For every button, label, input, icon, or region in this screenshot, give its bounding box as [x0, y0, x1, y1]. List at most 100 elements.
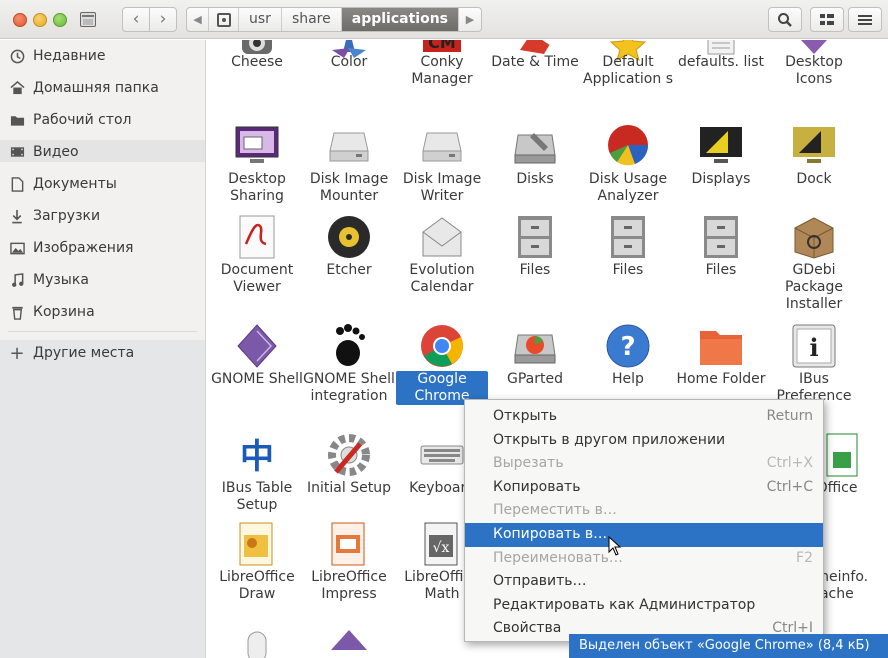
sidebar-item-label: Музыка	[33, 272, 89, 288]
sidebar-item-pictures[interactable]: Изображения	[0, 233, 205, 263]
menu-item-rename: Переименовать… F2	[465, 547, 823, 571]
file-item-desktop-icons[interactable]: Desktop Icons	[768, 40, 860, 96]
menu-item-label: Вырезать	[493, 455, 564, 472]
chevron-left-icon: ‹	[132, 9, 140, 29]
file-item-date-time[interactable]: Date & Time	[489, 40, 581, 96]
sidebar-item-label: Рабочий стол	[33, 112, 132, 128]
image-icon	[9, 240, 25, 256]
file-item-gnome-shell[interactable]: GNOME Shell	[211, 321, 303, 421]
file-item-evolution-calendar[interactable]: Evolution Calendar	[396, 212, 488, 312]
file-item-label: Etcher	[326, 262, 372, 278]
menu-item-accel: Ctrl+C	[766, 478, 813, 495]
gparted-icon	[514, 334, 556, 364]
disk-usage-icon	[608, 125, 649, 166]
gnome-shell-icon	[237, 324, 277, 368]
evolution-calendar-icon	[422, 217, 462, 257]
menu-item-label: Переместить в…	[493, 502, 617, 519]
file-item-document-viewer[interactable]: Document Viewer	[211, 212, 303, 312]
file-item-label: GDebi Package Installer	[784, 262, 844, 312]
file-item-label: Help	[612, 371, 644, 387]
breadcrumb-right-arrow-button[interactable]: ▶	[459, 8, 481, 31]
sidebar-item-downloads[interactable]: Загрузки	[0, 201, 205, 231]
sidebar-item-trash[interactable]: Корзина	[0, 297, 205, 327]
menu-item-edit-as-admin[interactable]: Редактировать как Администратор	[465, 594, 823, 618]
file-item-desktop-sharing[interactable]: Desktop Sharing	[211, 121, 303, 211]
sidebar-item-other-places[interactable]: + Другие места	[0, 338, 205, 368]
file-item-initial-setup[interactable]: Initial Setup	[303, 430, 395, 520]
sidebar: Недавние Домашняя папка Рабочий стол Вид…	[0, 40, 206, 658]
menu-item-send-to[interactable]: Отправить…	[465, 570, 823, 594]
maximize-window-icon[interactable]	[53, 13, 67, 27]
breadcrumb-share[interactable]: share	[282, 8, 342, 31]
file-item-gdebi[interactable]: GDebi Package Installer	[768, 212, 860, 312]
file-item-default-applications[interactable]: Default Application s	[582, 40, 674, 96]
menu-item-label: Открыть в другом приложении	[493, 431, 726, 448]
sidebar-background-lower	[0, 340, 205, 658]
sidebar-item-label: Документы	[33, 176, 117, 192]
file-item-libreoffice-impress[interactable]: LibreOffice Impress	[303, 519, 395, 609]
displays-icon	[700, 127, 742, 163]
file-item-gnome-shell-integration[interactable]: GNOME Shell integration	[303, 321, 395, 421]
file-item-libreoffice-draw[interactable]: LibreOffice Draw	[211, 519, 303, 609]
file-item-label: Document Viewer	[220, 262, 294, 295]
menu-item-copy-to[interactable]: Копировать в…	[465, 522, 823, 547]
app-menu-icon[interactable]	[80, 12, 96, 27]
file-item-dock[interactable]: Dock	[768, 121, 860, 211]
file-item-label: Color	[330, 54, 368, 70]
breadcrumb-applications[interactable]: applications	[341, 8, 459, 31]
file-item-disk-usage-analyzer[interactable]: Disk Usage Analyzer	[582, 121, 674, 211]
file-item-label: Disk Usage Analyzer	[588, 171, 668, 204]
libreoffice-impress-icon	[331, 522, 365, 566]
close-window-icon[interactable]	[13, 13, 27, 27]
file-item-label: GNOME Shell	[211, 371, 303, 387]
menu-item-open[interactable]: Открыть Return	[465, 405, 823, 429]
sidebar-item-documents[interactable]: Документы	[0, 169, 205, 199]
main-menu-button[interactable]	[848, 7, 882, 32]
gdebi-icon	[794, 217, 834, 259]
breadcrumb-left-arrow-button[interactable]: ◀	[187, 8, 209, 31]
menu-item-label: Редактировать как Администратор	[493, 596, 756, 613]
file-item-files-3[interactable]: Files	[675, 212, 767, 312]
ibus-pref-icon: i	[792, 324, 836, 368]
disk-writer-icon	[422, 132, 462, 162]
sidebar-item-video[interactable]: Видео	[0, 137, 205, 167]
menu-item-label: Отправить…	[493, 573, 587, 590]
file-item-conky-manager[interactable]: CM Conky Manager	[396, 40, 488, 96]
sidebar-item-desktop[interactable]: Рабочий стол	[0, 105, 205, 135]
file-item-disks[interactable]: Disks	[489, 121, 581, 211]
menu-item-move-to: Переместить в…	[465, 499, 823, 523]
file-item-defaults-list[interactable]: defaults. list	[675, 40, 767, 96]
sidebar-item-label: Корзина	[33, 304, 95, 320]
breadcrumb-root-button[interactable]	[209, 8, 239, 31]
file-item-files-2[interactable]: Files	[582, 212, 674, 312]
sidebar-item-music[interactable]: Музыка	[0, 265, 205, 295]
breadcrumb-usr[interactable]: usr	[239, 8, 282, 31]
files-cabinet-icon	[704, 216, 738, 258]
minimize-window-icon[interactable]	[33, 13, 47, 27]
forward-button[interactable]: ›	[149, 7, 177, 32]
sidebar-item-label: Видео	[33, 144, 79, 160]
file-item-label: Disks	[516, 171, 554, 187]
chevron-right-icon: ›	[159, 9, 167, 29]
sidebar-item-recent[interactable]: Недавние	[0, 41, 205, 71]
file-item-etcher[interactable]: Etcher	[303, 212, 395, 312]
file-item-displays[interactable]: Displays	[675, 121, 767, 211]
file-item-disk-image-mounter[interactable]: Disk Image Mounter	[303, 121, 395, 211]
back-button[interactable]: ‹	[122, 7, 150, 32]
file-item-disk-image-writer[interactable]: Disk Image Writer	[396, 121, 488, 211]
menu-item-copy[interactable]: Копировать Ctrl+C	[465, 476, 823, 500]
gnome-shell-icon	[331, 630, 367, 650]
files-cabinet-icon	[611, 216, 645, 258]
menu-item-open-with[interactable]: Открыть в другом приложении	[465, 429, 823, 453]
etcher-icon	[328, 216, 370, 258]
svg-text:CM: CM	[428, 40, 456, 52]
search-icon	[778, 12, 792, 27]
view-toggle-button[interactable]	[810, 7, 844, 32]
file-item-files-1[interactable]: Files	[489, 212, 581, 312]
sidebar-item-home[interactable]: Домашняя папка	[0, 73, 205, 103]
svg-text:中: 中	[240, 437, 274, 477]
file-item-color[interactable]: Color	[303, 40, 395, 96]
file-item-cheese[interactable]: Cheese	[211, 40, 303, 96]
file-item-ibus-table-setup[interactable]: 中 IBus Table Setup	[211, 430, 303, 520]
search-button[interactable]	[768, 7, 802, 32]
